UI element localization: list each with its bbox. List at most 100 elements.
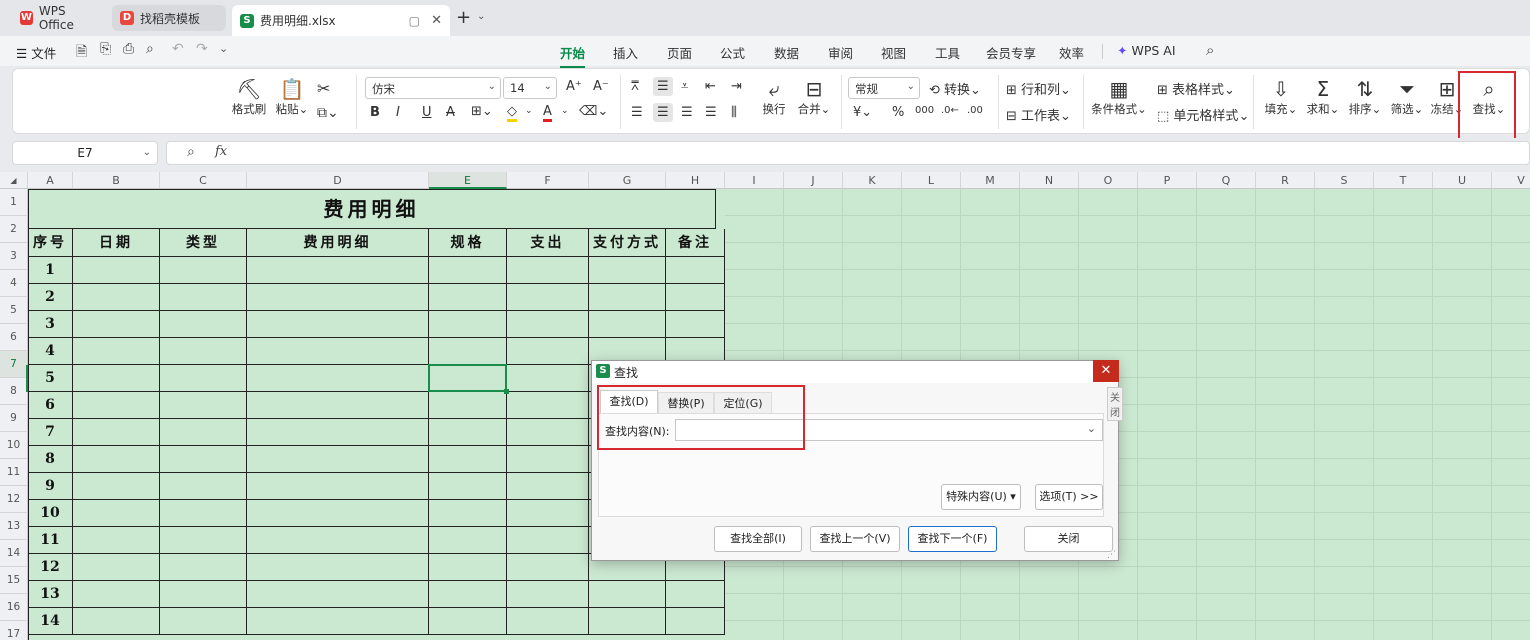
column-header-j[interactable]: J	[784, 172, 843, 189]
wps-ai-button[interactable]: ✦ WPS AI	[1117, 43, 1176, 58]
column-header-h[interactable]: H	[666, 172, 725, 189]
cut-icon[interactable]: ✂	[317, 79, 330, 98]
header-cell[interactable]: 日期	[73, 229, 160, 257]
row-header[interactable]: 6	[0, 324, 28, 351]
font-size-select[interactable]: 14 ⌄	[503, 77, 557, 99]
table-cell[interactable]	[507, 554, 589, 581]
table-cell[interactable]	[507, 608, 589, 635]
column-header-s[interactable]: S	[1315, 172, 1374, 189]
row-header[interactable]: 4	[0, 270, 28, 297]
table-cell[interactable]	[429, 527, 507, 554]
row-header[interactable]: 15	[0, 567, 28, 594]
file-menu[interactable]: ☰ 文件	[16, 43, 56, 62]
row-number-cell[interactable]: 7	[28, 419, 73, 446]
table-cell[interactable]	[429, 554, 507, 581]
tab-insert[interactable]: 插入	[613, 43, 638, 62]
undo-icon[interactable]: ↶	[172, 41, 184, 57]
italic-icon[interactable]: I	[396, 105, 400, 120]
table-cell[interactable]	[429, 392, 507, 419]
fill-button[interactable]: ⇩ 填充⌄	[1263, 77, 1299, 117]
currency-icon[interactable]: ¥⌄	[853, 105, 872, 120]
close-icon[interactable]: ✕	[1093, 360, 1119, 382]
table-cell[interactable]	[160, 473, 247, 500]
table-cell[interactable]	[160, 581, 247, 608]
table-cell[interactable]	[589, 608, 666, 635]
corner-select-all[interactable]: ◢	[0, 172, 28, 189]
row-header[interactable]: 16	[0, 594, 28, 621]
table-cell[interactable]	[247, 311, 429, 338]
table-cell[interactable]	[160, 365, 247, 392]
chevron-down-icon[interactable]: ⌄	[1087, 422, 1096, 435]
chevron-down-icon[interactable]: ⌄	[561, 106, 569, 116]
table-cell[interactable]	[429, 473, 507, 500]
row-header[interactable]: 8	[0, 378, 28, 405]
column-header-k[interactable]: K	[843, 172, 902, 189]
row-header[interactable]: 1	[0, 189, 28, 216]
table-cell[interactable]	[666, 608, 725, 635]
indent-decrease-icon[interactable]: ⇤	[705, 79, 716, 94]
bold-icon[interactable]: B	[370, 105, 380, 120]
row-header[interactable]: 2	[0, 216, 28, 243]
table-cell[interactable]	[160, 527, 247, 554]
print-icon[interactable]: ⎙	[123, 41, 134, 57]
decrease-font-icon[interactable]: A⁻	[593, 79, 609, 94]
table-cell[interactable]	[429, 500, 507, 527]
column-header-o[interactable]: O	[1079, 172, 1138, 189]
table-cell[interactable]	[507, 284, 589, 311]
export-icon[interactable]: ⎘	[100, 41, 111, 57]
table-cell[interactable]	[73, 473, 160, 500]
row-header[interactable]: 5	[0, 297, 28, 324]
table-cell[interactable]	[160, 446, 247, 473]
row-number-cell[interactable]: 1	[28, 257, 73, 284]
row-number-cell[interactable]: 10	[28, 500, 73, 527]
row-number-cell[interactable]: 4	[28, 338, 73, 365]
table-cell[interactable]	[429, 338, 507, 365]
header-cell[interactable]: 支出	[507, 229, 589, 257]
column-header-b[interactable]: B	[73, 172, 160, 189]
tab-tools[interactable]: 工具	[935, 43, 960, 62]
column-header-a[interactable]: A	[28, 172, 73, 189]
chevron-down-icon[interactable]: ⌄	[477, 11, 485, 22]
row-number-cell[interactable]: 8	[28, 446, 73, 473]
table-cell[interactable]	[247, 608, 429, 635]
tab-member[interactable]: 会员专享	[986, 43, 1036, 62]
tab-home[interactable]: 开始	[560, 43, 586, 68]
distribute-icon[interactable]: ⫼	[731, 105, 737, 120]
row-number-cell[interactable]: 13	[28, 581, 73, 608]
table-cell[interactable]	[247, 527, 429, 554]
table-cell[interactable]	[73, 284, 160, 311]
resize-grip-icon[interactable]: ⋰	[1107, 550, 1116, 560]
percent-icon[interactable]: %	[892, 105, 904, 120]
table-cell[interactable]	[247, 284, 429, 311]
table-cell[interactable]	[429, 446, 507, 473]
chevron-down-icon[interactable]: ⌄	[525, 106, 533, 116]
table-cell[interactable]	[507, 311, 589, 338]
column-header-f[interactable]: F	[507, 172, 589, 189]
row-header[interactable]: 11	[0, 459, 28, 486]
row-number-cell[interactable]: 6	[28, 392, 73, 419]
more-icon[interactable]: ⌄	[219, 42, 228, 55]
table-cell[interactable]	[160, 500, 247, 527]
table-cell[interactable]	[666, 581, 725, 608]
tab-docer[interactable]: D 找稻壳模板	[112, 5, 226, 31]
table-cell[interactable]	[73, 338, 160, 365]
table-cell[interactable]	[247, 365, 429, 392]
table-cell[interactable]	[507, 527, 589, 554]
tab-efficiency[interactable]: 效率	[1059, 43, 1084, 62]
table-cell[interactable]	[160, 257, 247, 284]
row-header[interactable]: 10	[0, 432, 28, 459]
row-number-cell[interactable]: 14	[28, 608, 73, 635]
table-cell[interactable]	[247, 554, 429, 581]
close-button[interactable]: 关闭	[1024, 526, 1113, 552]
table-cell[interactable]	[73, 311, 160, 338]
redo-icon[interactable]: ↷	[196, 41, 208, 57]
table-cell[interactable]	[247, 473, 429, 500]
table-cell[interactable]	[160, 392, 247, 419]
name-box[interactable]: E7 ⌄	[12, 141, 158, 165]
sum-button[interactable]: Σ 求和⌄	[1305, 77, 1341, 117]
table-cell[interactable]	[73, 446, 160, 473]
table-cell[interactable]	[429, 284, 507, 311]
table-cell[interactable]	[73, 554, 160, 581]
table-cell[interactable]	[73, 365, 160, 392]
table-cell[interactable]	[247, 257, 429, 284]
